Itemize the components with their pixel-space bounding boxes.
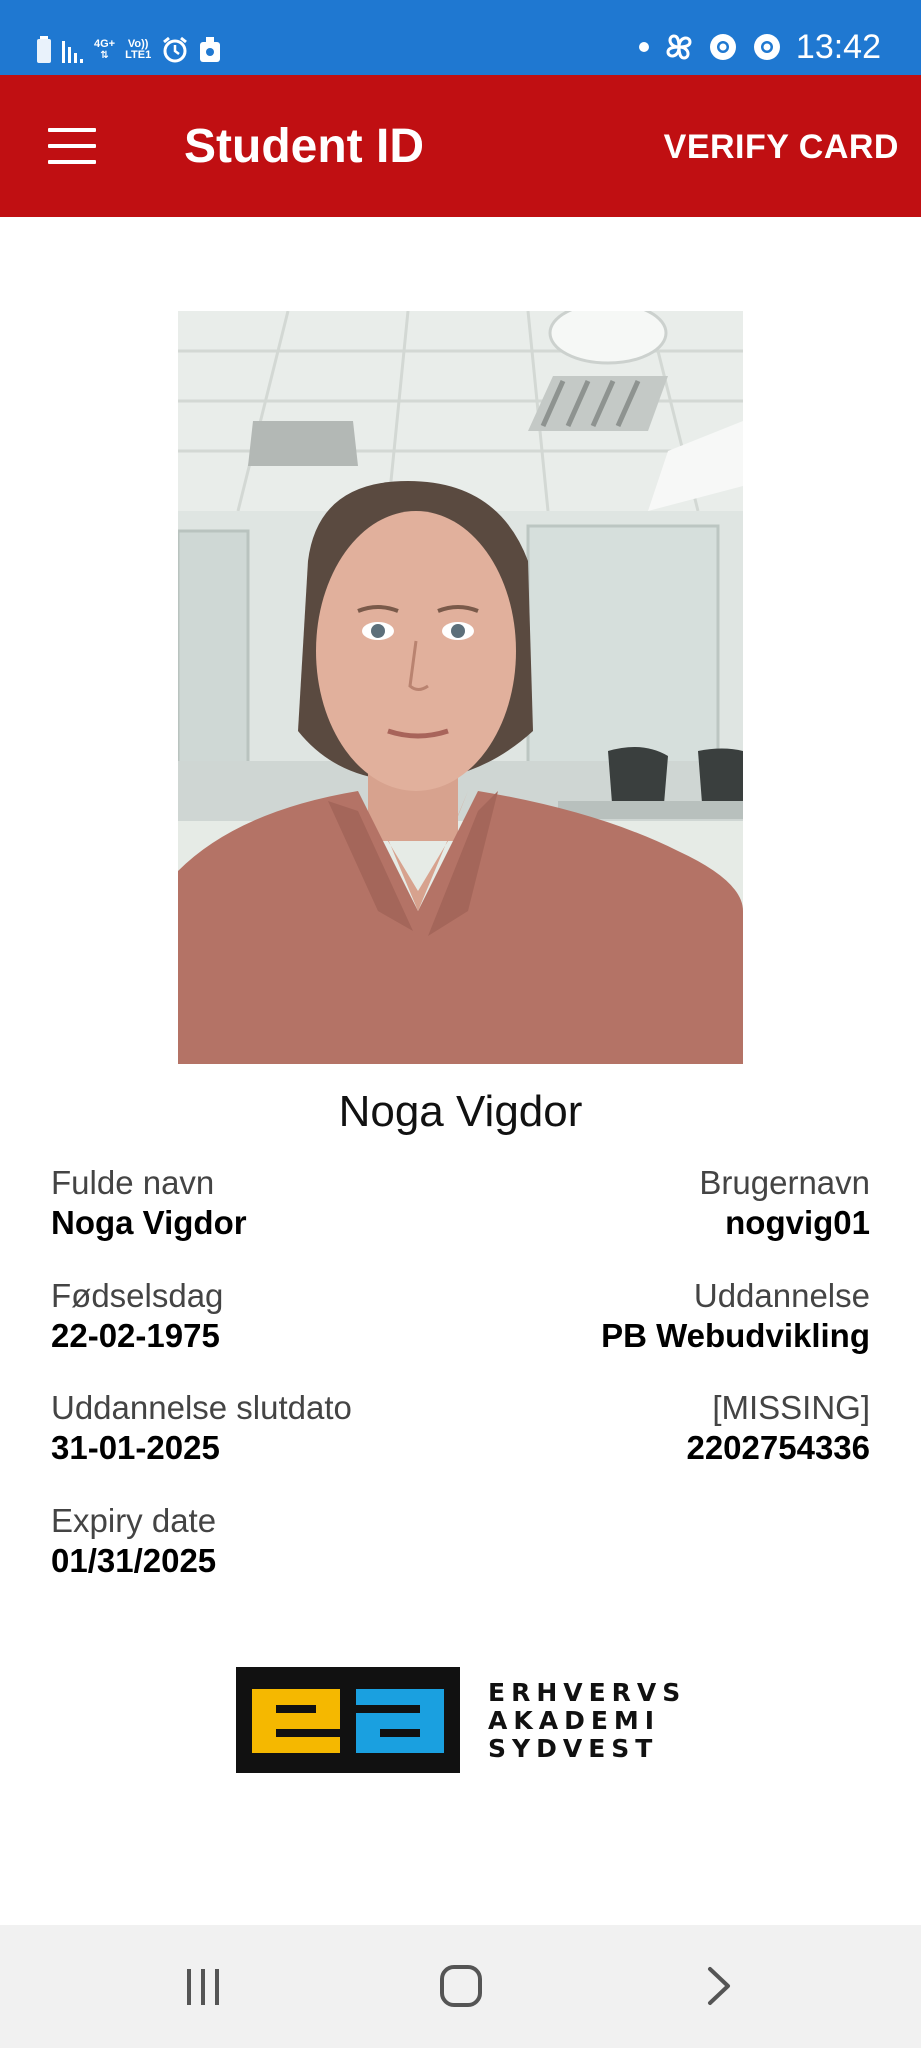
battery-icon [37, 36, 51, 63]
signal-icon [62, 41, 83, 63]
missing-label: [MISSING] [712, 1389, 870, 1426]
network-icon: 4G+ ⇅ [94, 38, 116, 62]
expiry-date-label: Expiry date [51, 1502, 217, 1539]
logo-line-3: SYDVEST [488, 1734, 659, 1763]
notification-dot-icon [638, 42, 649, 52]
status-icons-right: 13:42 [638, 30, 881, 64]
full-name-value: Noga Vigdor [51, 1204, 247, 1241]
system-nav-bar [0, 1925, 921, 2048]
full-name-field: Fulde navn Noga Vigdor [51, 1163, 471, 1243]
recent-apps-icon[interactable] [173, 1961, 233, 2011]
hamburger-line [48, 160, 96, 164]
lte-label: LTE1 [125, 49, 152, 61]
status-bar: 4G+ ⇅ Vo)) LTE1 13:42 [0, 0, 921, 75]
status-time: 13:42 [795, 28, 881, 66]
username-label: Brugernavn [699, 1164, 870, 1201]
alarm-icon [163, 36, 188, 63]
birthday-label: Fødselsdag [51, 1277, 224, 1314]
status-icons-left: 4G+ ⇅ Vo)) LTE1 [36, 36, 221, 64]
pinwheel-icon [666, 34, 692, 60]
menu-button[interactable] [44, 122, 100, 170]
hamburger-line [48, 144, 96, 148]
logo-line-2: AKADEMI [488, 1706, 661, 1735]
expiry-date-field: Expiry date 01/31/2025 [51, 1501, 471, 1581]
full-name-label: Fulde navn [51, 1164, 215, 1201]
missing-value: 2202754336 [686, 1429, 870, 1466]
expiry-date-value: 01/31/2025 [51, 1542, 217, 1579]
app-bar: Student ID VERIFY CARD [0, 75, 921, 217]
missing-field: [MISSING] 2202754336 [450, 1388, 870, 1468]
vault-icon [200, 37, 221, 62]
ea-logo-mark [236, 1667, 460, 1773]
end-date-label: Uddannelse slutdato [51, 1389, 352, 1426]
username-field: Brugernavn nogvig01 [450, 1163, 870, 1243]
birthday-value: 22-02-1975 [51, 1317, 220, 1354]
education-value: PB Webudvikling [601, 1317, 870, 1354]
end-date-field: Uddannelse slutdato 31-01-2025 [51, 1388, 471, 1468]
back-icon[interactable] [688, 1961, 748, 2011]
student-photo [178, 311, 743, 1064]
verify-card-button[interactable]: VERIFY CARD [664, 125, 899, 169]
chrome-icon [709, 34, 736, 60]
student-name: Noga Vigdor [338, 1087, 583, 1136]
hamburger-line [48, 128, 96, 132]
education-field: Uddannelse PB Webudvikling [450, 1276, 870, 1356]
home-icon[interactable] [431, 1961, 491, 2011]
network-label: 4G+ [94, 38, 116, 50]
birthday-field: Fødselsdag 22-02-1975 [51, 1276, 471, 1356]
school-logo: ERHVERVS AKADEMI SYDVEST [236, 1667, 686, 1775]
logo-wordmark: ERHVERVS AKADEMI SYDVEST [488, 1679, 686, 1763]
username-value: nogvig01 [725, 1204, 870, 1241]
volte-icon: Vo)) LTE1 [125, 39, 151, 61]
end-date-value: 31-01-2025 [51, 1429, 220, 1466]
logo-line-1: ERHVERVS [488, 1678, 687, 1707]
page-title: Student ID [184, 120, 424, 173]
education-label: Uddannelse [693, 1277, 870, 1314]
chrome-icon [753, 34, 780, 60]
